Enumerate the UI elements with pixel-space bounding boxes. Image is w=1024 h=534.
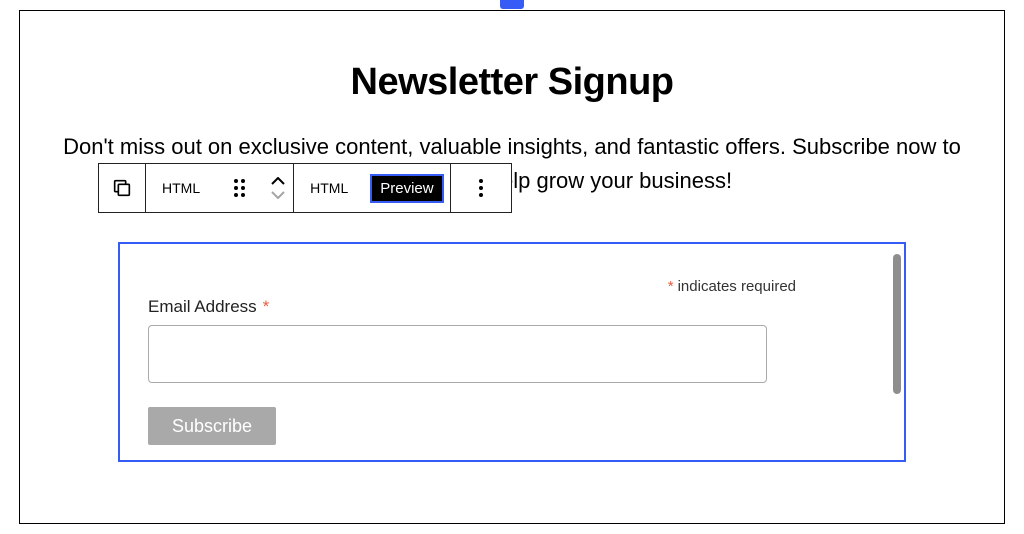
- html-mode-button[interactable]: HTML: [294, 164, 364, 212]
- email-field[interactable]: [148, 325, 767, 383]
- html-form-block[interactable]: *indicates required Email Address * Subs…: [118, 242, 906, 462]
- overlap-squares-icon: [111, 177, 133, 199]
- vertical-dots-icon: [463, 179, 499, 197]
- toolbar-group-more: [451, 163, 512, 213]
- move-updown-button[interactable]: [263, 164, 293, 212]
- toolbar-group-block: HTML: [146, 163, 294, 213]
- editor-canvas: Newsletter Signup Don't miss out on excl…: [19, 10, 1005, 524]
- chevron-up-icon: [271, 177, 285, 185]
- email-field-label: Email Address *: [148, 297, 876, 317]
- preview-mode-button[interactable]: Preview: [370, 174, 443, 203]
- block-toolbar: HTML HTML Preview: [98, 163, 512, 213]
- drag-dots-icon: [228, 179, 251, 197]
- toolbar-group-parent: [98, 163, 146, 213]
- select-parent-button[interactable]: [99, 164, 145, 212]
- drag-handle[interactable]: [216, 164, 263, 212]
- page-title: Newsletter Signup: [50, 61, 974, 104]
- subscribe-button[interactable]: Subscribe: [148, 407, 276, 445]
- selection-top-handle[interactable]: [500, 0, 524, 9]
- chevron-down-icon: [271, 191, 285, 199]
- more-options-button[interactable]: [451, 164, 511, 212]
- form-scrollbar[interactable]: [893, 254, 901, 394]
- required-note-text: indicates required: [678, 278, 796, 295]
- block-type-indicator[interactable]: HTML: [146, 164, 216, 212]
- email-label-text: Email Address: [148, 297, 257, 317]
- block-type-label: HTML: [158, 180, 204, 196]
- html-mode-label: HTML: [306, 180, 352, 196]
- toolbar-group-mode: HTML Preview: [294, 163, 450, 213]
- asterisk-icon: *: [668, 278, 674, 295]
- asterisk-icon: *: [263, 297, 270, 317]
- required-indicator-note: *indicates required: [148, 278, 876, 295]
